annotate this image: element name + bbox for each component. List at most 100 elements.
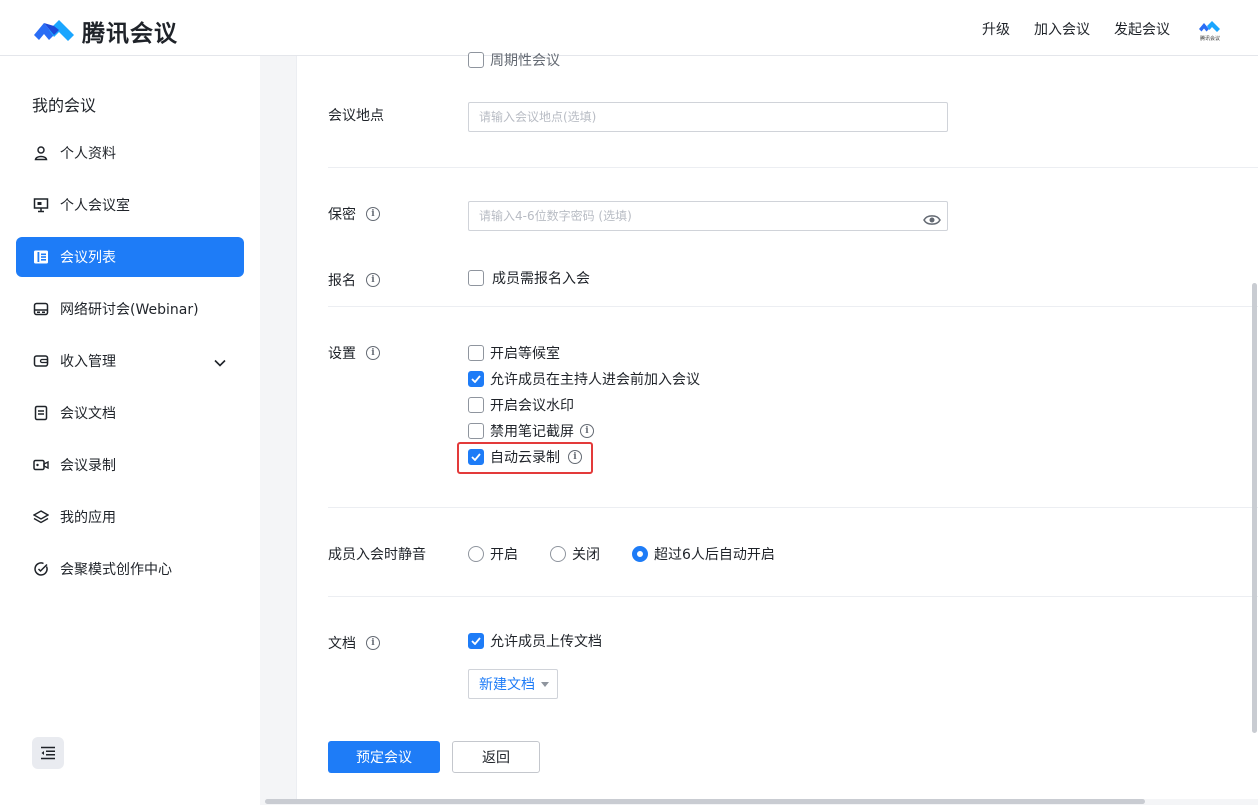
join-meeting-link[interactable]: 加入会议	[1034, 19, 1090, 39]
sidebar-item-profile[interactable]: 个人资料	[16, 133, 244, 173]
vertical-scrollbar[interactable]	[1252, 283, 1257, 733]
wallet-icon	[33, 353, 49, 369]
option-label: 允许成员在主持人进会前加入会议	[490, 372, 700, 388]
password-placeholder: 请输入4-6位数字密码 (选填)	[479, 209, 632, 223]
mute-option-on[interactable]: 开启	[468, 544, 518, 564]
tencent-meeting-logo-icon	[34, 20, 74, 41]
list-icon	[33, 249, 49, 265]
settings-label: 设置	[328, 346, 356, 362]
app-name: 腾讯会议	[82, 21, 178, 47]
recurring-checkbox[interactable]	[468, 52, 484, 68]
caret-down-icon	[541, 681, 549, 687]
mute-option-auto[interactable]: 超过6人后自动开启	[632, 544, 775, 564]
back-button[interactable]: 返回	[452, 741, 540, 773]
sidebar-item-label: 个人会议室	[60, 198, 130, 214]
option-label: 允许成员上传文档	[490, 634, 602, 650]
start-meeting-link[interactable]: 发起会议	[1114, 19, 1170, 39]
docs-label: 文档	[328, 636, 356, 652]
sidebar-item-meeting-docs[interactable]: 会议文档	[16, 393, 244, 433]
sidebar-item-webinar[interactable]: 网络研讨会(Webinar)	[16, 289, 244, 329]
join-before-host-option[interactable]: 允许成员在主持人进会前加入会议	[468, 369, 700, 389]
avatar[interactable]: 腾讯会议	[1198, 17, 1222, 42]
allow-upload-checkbox[interactable]	[468, 633, 484, 649]
sidebar-item-revenue[interactable]: 收入管理	[16, 341, 244, 381]
logo[interactable]: 腾讯会议	[32, 14, 178, 48]
join-before-host-checkbox[interactable]	[468, 371, 484, 387]
meeting-form: 周期性会议 会议地点 请输入会议地点(选填) 保密 i 请输入4-6位数字密码 …	[296, 52, 1258, 799]
collapse-menu-icon	[41, 746, 55, 760]
location-label: 会议地点	[328, 108, 384, 124]
collapse-sidebar-button[interactable]	[32, 737, 64, 769]
sidebar-item-label: 会议列表	[60, 250, 116, 266]
new-doc-dropdown[interactable]: 新建文档	[468, 669, 558, 699]
registration-option-label: 成员需报名入会	[492, 271, 590, 287]
disable-screenshot-option[interactable]: 禁用笔记截屏 i	[468, 421, 594, 441]
option-label: 关闭	[572, 547, 600, 563]
mute-option-off[interactable]: 关闭	[550, 544, 600, 564]
checkmark-icon	[471, 637, 481, 645]
tencent-meeting-logo-icon	[1199, 21, 1220, 32]
new-doc-label: 新建文档	[479, 677, 535, 693]
waiting-room-checkbox[interactable]	[468, 345, 484, 361]
book-meeting-button[interactable]: 预定会议	[328, 741, 440, 773]
upgrade-link[interactable]: 升级	[982, 19, 1010, 39]
registration-option[interactable]: 成员需报名入会	[468, 268, 590, 288]
highlight-box	[457, 442, 593, 474]
option-label: 禁用笔记截屏	[490, 424, 574, 440]
user-icon	[33, 145, 49, 161]
sidebar-item-personal-room[interactable]: 个人会议室	[16, 185, 244, 225]
sidebar-item-label: 会议文档	[60, 406, 116, 422]
watermark-checkbox[interactable]	[468, 397, 484, 413]
sidebar-item-label: 收入管理	[60, 354, 116, 370]
creation-icon	[33, 561, 49, 577]
document-icon	[33, 405, 49, 421]
password-label: 保密	[328, 207, 356, 223]
sidebar-item-recording[interactable]: 会议录制	[16, 445, 244, 485]
camera-icon	[33, 457, 49, 473]
sidebar-item-my-apps[interactable]: 我的应用	[16, 497, 244, 537]
disable-screenshot-checkbox[interactable]	[468, 423, 484, 439]
sidebar-item-label: 网络研讨会(Webinar)	[60, 302, 199, 318]
horizontal-scrollbar[interactable]	[265, 799, 1145, 804]
top-bar: 腾讯会议 升级 加入会议 发起会议 腾讯会议	[0, 0, 1258, 56]
location-input[interactable]: 请输入会议地点(选填)	[468, 102, 948, 132]
mute-off-radio[interactable]	[550, 546, 566, 562]
recurring-option[interactable]: 周期性会议	[468, 50, 560, 70]
waiting-room-option[interactable]: 开启等候室	[468, 343, 560, 363]
registration-checkbox[interactable]	[468, 270, 484, 286]
eye-icon[interactable]	[923, 209, 941, 237]
option-label: 开启等候室	[490, 346, 560, 362]
watermark-option[interactable]: 开启会议水印	[468, 395, 574, 415]
sidebar-item-label: 会议录制	[60, 458, 116, 474]
info-icon[interactable]: i	[366, 346, 380, 360]
checkmark-icon	[471, 375, 481, 383]
divider	[328, 306, 1258, 307]
webinar-icon	[33, 301, 49, 317]
chevron-down-icon[interactable]	[214, 355, 226, 371]
option-label: 超过6人后自动开启	[654, 547, 775, 563]
mute-on-radio[interactable]	[468, 546, 484, 562]
info-icon[interactable]: i	[580, 424, 594, 438]
sidebar-item-label: 个人资料	[60, 146, 116, 162]
monitor-icon	[33, 197, 49, 213]
sidebar-item-meeting-list[interactable]: 会议列表	[16, 237, 244, 277]
sidebar: 我的会议 个人资料 个人会议室 会议列表 网络研讨会(Webinar) 收入管理	[0, 56, 260, 805]
docs-label-row: 文档 i	[328, 633, 380, 653]
sidebar-title: 我的会议	[32, 96, 97, 115]
info-icon[interactable]: i	[366, 273, 380, 287]
info-icon[interactable]: i	[366, 207, 380, 221]
divider	[328, 596, 1258, 597]
mute-auto-radio[interactable]	[632, 546, 648, 562]
avatar-caption: 腾讯会议	[1199, 36, 1220, 42]
sidebar-item-label: 我的应用	[60, 510, 116, 526]
recurring-label: 周期性会议	[490, 53, 560, 69]
password-input[interactable]: 请输入4-6位数字密码 (选填)	[468, 201, 948, 231]
allow-upload-option[interactable]: 允许成员上传文档	[468, 631, 602, 651]
layers-icon	[33, 509, 49, 525]
info-icon[interactable]: i	[366, 636, 380, 650]
divider	[328, 507, 1258, 508]
mute-label: 成员入会时静音	[328, 547, 426, 563]
sidebar-item-creation-center[interactable]: 会聚模式创作中心	[16, 549, 244, 589]
divider	[328, 167, 1258, 168]
option-label: 开启会议水印	[490, 398, 574, 414]
